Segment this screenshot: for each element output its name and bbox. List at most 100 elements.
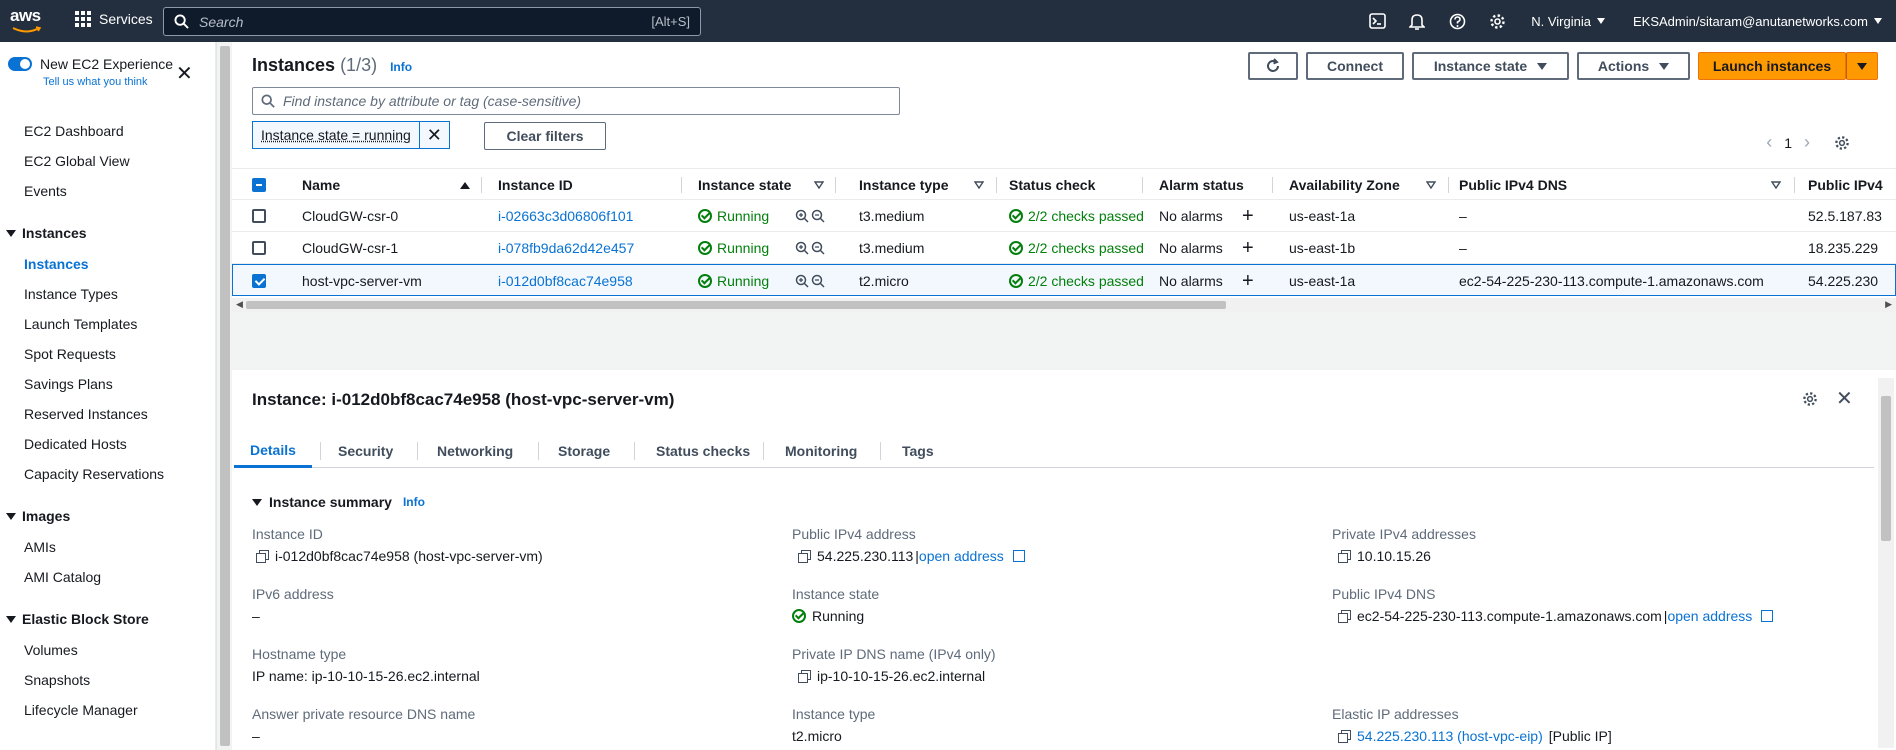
close-icon[interactable]: ✕ <box>176 64 193 84</box>
zoom-in-icon[interactable] <box>795 241 809 255</box>
instance-id-link[interactable]: i-012d0bf8cac74e958 <box>498 265 633 297</box>
sidebar-item-amis[interactable]: AMIs <box>24 539 56 555</box>
sidebar-item-volumes[interactable]: Volumes <box>24 642 78 658</box>
aws-logo[interactable]: aws <box>10 6 44 36</box>
clear-filters-button[interactable]: Clear filters <box>484 122 606 150</box>
gear-icon[interactable] <box>1834 135 1850 151</box>
external-link-icon[interactable] <box>1012 550 1025 562</box>
sidebar-item-savings-plans[interactable]: Savings Plans <box>24 376 113 392</box>
zoom-out-icon[interactable] <box>811 209 825 223</box>
zoom-in-icon[interactable] <box>795 209 809 223</box>
launch-instances-button[interactable]: Launch instances <box>1698 52 1846 80</box>
elastic-ip-link[interactable]: 54.225.230.113 (host-vpc-eip) <box>1357 728 1543 744</box>
sidebar-item-events[interactable]: Events <box>24 183 67 199</box>
remove-filter-icon[interactable]: ✕ <box>418 122 449 148</box>
scrollbar-thumb[interactable] <box>220 46 230 746</box>
toggle-switch[interactable] <box>8 57 32 71</box>
scroll-right-icon[interactable]: ▶ <box>1885 299 1892 310</box>
chevron-left-icon[interactable]: ‹ <box>1766 132 1772 153</box>
bell-icon[interactable] <box>1397 0 1437 42</box>
status-check[interactable]: 2/2 checks passed <box>1009 200 1144 232</box>
sidebar-item-dedicated-hosts[interactable]: Dedicated Hosts <box>24 436 127 452</box>
scroll-left-icon[interactable]: ◀ <box>236 299 243 310</box>
open-address-link[interactable]: open address <box>1667 608 1752 624</box>
zoom-in-icon[interactable] <box>795 274 809 288</box>
column-alarm-status[interactable]: Alarm status <box>1159 169 1273 201</box>
copy-icon[interactable] <box>798 549 811 563</box>
tab-storage[interactable]: Storage <box>538 434 630 468</box>
column-status-check[interactable]: Status check <box>1009 169 1143 201</box>
column-availability-zone[interactable]: Availability Zone <box>1289 169 1449 201</box>
sidebar-item-ec2-global-view[interactable]: EC2 Global View <box>24 153 130 169</box>
sidebar-item-instance-types[interactable]: Instance Types <box>24 286 118 302</box>
tab-networking[interactable]: Networking <box>417 434 533 468</box>
services-menu[interactable]: Services <box>75 11 153 27</box>
table-horizontal-scrollbar[interactable]: ◀ ▶ <box>232 298 1896 312</box>
account-menu[interactable]: EKSAdmin/sitaram@anutanetworks.com <box>1619 14 1896 29</box>
sidebar-item-ami-catalog[interactable]: AMI Catalog <box>24 569 101 585</box>
instance-state-button[interactable]: Instance state <box>1412 52 1569 80</box>
checkbox[interactable] <box>252 274 266 288</box>
refresh-button[interactable] <box>1248 52 1298 80</box>
column-public-ipv4[interactable]: Public IPv4 <box>1808 169 1896 201</box>
instance-summary-header[interactable]: Instance summary Info <box>252 494 425 510</box>
column-public-ipv4-dns[interactable]: Public IPv4 DNS <box>1459 169 1795 201</box>
tab-tags[interactable]: Tags <box>880 434 956 468</box>
tab-details[interactable]: Details <box>234 434 312 468</box>
row-checkbox[interactable] <box>252 200 266 232</box>
sidebar-scrollbar[interactable] <box>216 42 232 750</box>
table-row[interactable]: CloudGW-csr-1 i-078fb9da62d42e457 Runnin… <box>232 232 1896 264</box>
feedback-link[interactable]: Tell us what you think <box>43 76 148 88</box>
chevron-right-icon[interactable]: › <box>1804 132 1810 153</box>
tab-status-checks[interactable]: Status checks <box>634 434 772 468</box>
zoom-out-icon[interactable] <box>811 274 825 288</box>
sidebar-item-lifecycle-manager[interactable]: Lifecycle Manager <box>24 702 138 718</box>
status-check[interactable]: 2/2 checks passed <box>1009 232 1144 264</box>
sidebar-item-spot-requests[interactable]: Spot Requests <box>24 346 116 362</box>
sidebar-item-ec2-dashboard[interactable]: EC2 Dashboard <box>24 123 124 139</box>
column-name[interactable]: Name <box>302 169 482 201</box>
checkbox[interactable] <box>252 241 266 255</box>
actions-button[interactable]: Actions <box>1577 52 1690 80</box>
column-instance-state[interactable]: Instance state <box>698 169 836 201</box>
gear-icon[interactable] <box>1477 0 1517 42</box>
sidebar-section-ebs[interactable]: Elastic Block Store <box>6 611 149 627</box>
add-alarm-icon[interactable]: + <box>1242 232 1254 264</box>
copy-icon[interactable] <box>1338 609 1351 623</box>
zoom-out-icon[interactable] <box>811 241 825 255</box>
region-selector[interactable]: N. Virginia <box>1517 14 1619 29</box>
column-instance-type[interactable]: Instance type <box>859 169 997 201</box>
tab-security[interactable]: Security <box>320 434 411 468</box>
column-instance-id[interactable]: Instance ID <box>498 169 682 201</box>
detail-vertical-scrollbar[interactable] <box>1878 378 1894 748</box>
copy-icon[interactable] <box>1338 729 1351 743</box>
copy-icon[interactable] <box>1338 549 1351 563</box>
copy-icon[interactable] <box>256 549 269 563</box>
row-checkbox[interactable] <box>252 232 266 264</box>
filter-token[interactable]: Instance state = running ✕ <box>252 121 450 149</box>
sidebar-section-instances[interactable]: Instances <box>6 225 87 241</box>
checkbox[interactable] <box>252 178 266 192</box>
instance-id-link[interactable]: i-078fb9da62d42e457 <box>498 232 634 264</box>
scrollbar-thumb[interactable] <box>1881 396 1891 541</box>
add-alarm-icon[interactable]: + <box>1242 265 1254 297</box>
gear-icon[interactable] <box>1802 391 1818 407</box>
sidebar-item-snapshots[interactable]: Snapshots <box>24 672 90 688</box>
select-all-checkbox[interactable] <box>252 169 282 201</box>
new-experience-toggle[interactable]: New EC2 Experience <box>8 56 173 72</box>
instance-id-link[interactable]: i-02663c3d06806f101 <box>498 200 633 232</box>
sidebar-item-instances[interactable]: Instances <box>24 256 89 272</box>
page-number[interactable]: 1 <box>1784 135 1792 151</box>
connect-button[interactable]: Connect <box>1306 52 1404 80</box>
info-link[interactable]: Info <box>403 495 425 509</box>
launch-instances-dropdown[interactable] <box>1846 52 1878 80</box>
scrollbar-thumb[interactable] <box>246 301 1226 309</box>
sidebar-item-capacity-reservations[interactable]: Capacity Reservations <box>24 466 164 482</box>
tab-monitoring[interactable]: Monitoring <box>763 434 879 468</box>
sidebar-section-images[interactable]: Images <box>6 508 70 524</box>
open-address-link[interactable]: open address <box>919 548 1004 564</box>
add-alarm-icon[interactable]: + <box>1242 200 1254 232</box>
status-check[interactable]: 2/2 checks passed <box>1009 265 1144 297</box>
row-checkbox[interactable] <box>252 265 266 297</box>
external-link-icon[interactable] <box>1761 610 1774 622</box>
